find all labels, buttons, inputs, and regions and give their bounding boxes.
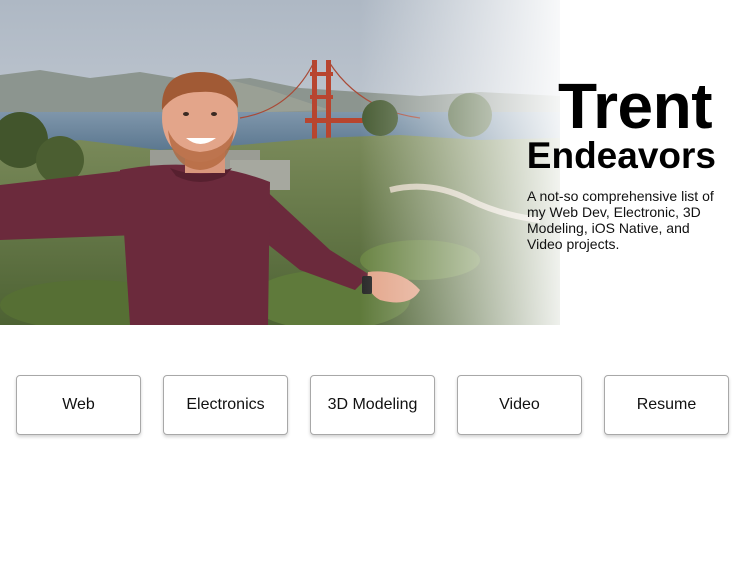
3d-modeling-button[interactable]: 3D Modeling	[310, 375, 435, 435]
title-trent: Trent	[558, 70, 712, 142]
video-button[interactable]: Video	[457, 375, 582, 435]
page: Trent Endeavors A not-so comprehensive l…	[0, 0, 746, 574]
category-nav: Web Electronics 3D Modeling Video Resume	[16, 375, 731, 437]
title-endeavors: Endeavors	[526, 135, 716, 176]
resume-button[interactable]: Resume	[604, 375, 729, 435]
hero-title: Trent Endeavors	[516, 74, 716, 176]
electronics-button[interactable]: Electronics	[163, 375, 288, 435]
hero-description: A not-so comprehensive list of my Web De…	[527, 188, 714, 252]
hero-banner: Trent Endeavors A not-so comprehensive l…	[0, 0, 746, 325]
web-button[interactable]: Web	[16, 375, 141, 435]
